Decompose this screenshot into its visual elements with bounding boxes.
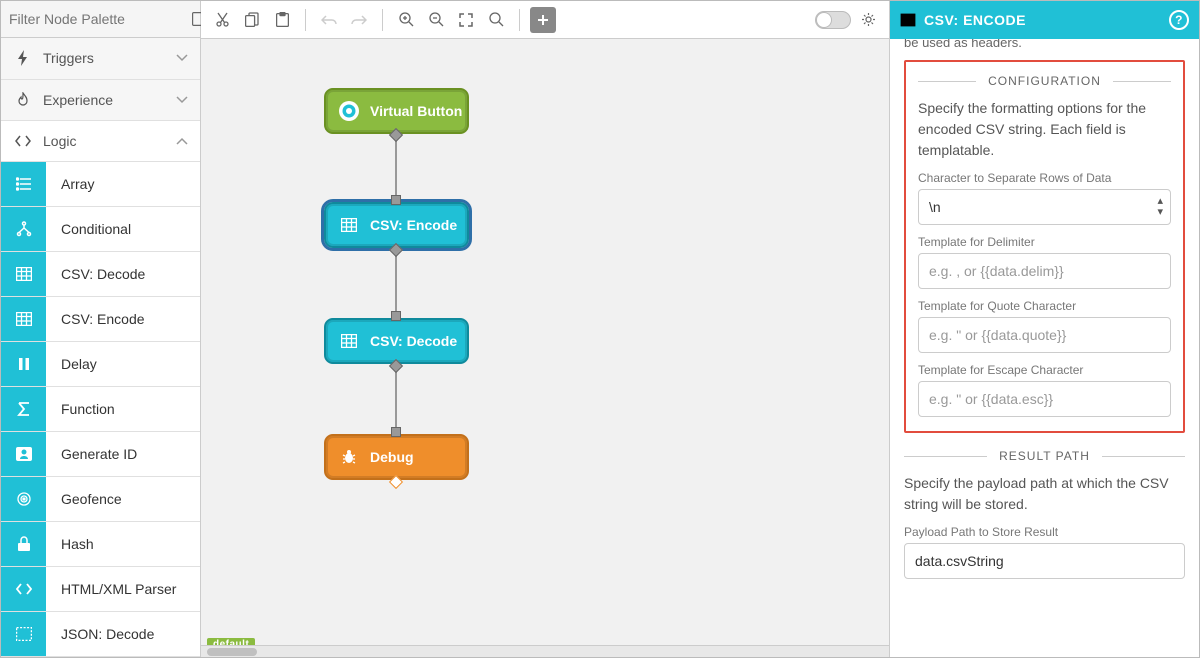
category-label: Experience: [43, 92, 113, 108]
section-heading: RESULT PATH: [987, 449, 1102, 463]
sigma-icon: [1, 387, 46, 431]
configuration-section: CONFIGURATION Specify the formatting opt…: [904, 60, 1185, 433]
table-icon: [338, 214, 360, 236]
redo-button[interactable]: [346, 7, 372, 33]
node-debug[interactable]: Debug: [324, 434, 469, 480]
palette-item-conditional[interactable]: Conditional: [1, 207, 200, 252]
field-label: Character to Separate Rows of Data: [918, 171, 1171, 185]
node-csv-decode[interactable]: CSV: Decode: [324, 318, 469, 364]
result-description: Specify the payload path at which the CS…: [904, 473, 1185, 515]
palette-filter-input[interactable]: [7, 5, 192, 33]
category-logic[interactable]: Logic: [1, 121, 200, 162]
chevron-down-icon: [176, 54, 188, 62]
bolt-icon: [13, 50, 33, 66]
input-handle[interactable]: [391, 195, 401, 205]
palette-item-csv-encode[interactable]: CSV: Encode: [1, 297, 200, 342]
palette-item-delay[interactable]: Delay: [1, 342, 200, 387]
branch-icon: [1, 207, 46, 251]
settings-button[interactable]: [855, 7, 881, 33]
cut-button[interactable]: [209, 7, 235, 33]
code-icon: [13, 135, 33, 147]
undo-button[interactable]: [316, 7, 342, 33]
node-csv-encode[interactable]: CSV: Encode: [324, 202, 469, 248]
category-label: Logic: [43, 133, 76, 149]
target-icon: [1, 477, 46, 521]
angle-icon: [1, 567, 46, 611]
workflow-canvas[interactable]: Virtual Button CSV: Encode CSV: Decode D…: [201, 39, 889, 657]
pause-icon: [1, 342, 46, 386]
palette-item-json-decode[interactable]: JSON: Decode: [1, 612, 200, 657]
bug-icon: [338, 446, 360, 468]
category-triggers[interactable]: Triggers: [1, 38, 200, 79]
flame-icon: [13, 92, 33, 108]
chevron-up-icon: [176, 137, 188, 145]
connector: [395, 134, 397, 197]
category-experience[interactable]: Experience: [1, 80, 200, 121]
delimiter-input[interactable]: [918, 253, 1171, 289]
connector: [395, 249, 397, 314]
palette-item-csv-decode[interactable]: CSV: Decode: [1, 252, 200, 297]
table-icon: [1, 297, 46, 341]
table-icon: [1, 252, 46, 296]
node-virtual-button[interactable]: Virtual Button: [324, 88, 469, 134]
add-button[interactable]: [530, 7, 556, 33]
paste-button[interactable]: [269, 7, 295, 33]
zoom-out-button[interactable]: [423, 7, 449, 33]
truncated-text: be used as headers.: [904, 39, 1185, 50]
field-label: Payload Path to Store Result: [904, 525, 1185, 539]
field-label: Template for Quote Character: [918, 299, 1171, 313]
palette-item-array[interactable]: Array: [1, 162, 200, 207]
quote-input[interactable]: [918, 317, 1171, 353]
canvas-scrollbar[interactable]: [201, 645, 889, 657]
table-icon: [338, 330, 360, 352]
row-separator-select[interactable]: [918, 189, 1171, 225]
circle-dot-icon: [338, 100, 360, 122]
category-label: Triggers: [43, 50, 94, 66]
canvas-toolbar: [201, 1, 889, 39]
palette-item-generate-id[interactable]: Generate ID: [1, 432, 200, 477]
logic-items-list: Array Conditional CSV: Decode CSV: Encod…: [1, 162, 200, 657]
zoom-reset-button[interactable]: [483, 7, 509, 33]
view-toggle[interactable]: [815, 11, 851, 29]
zoom-in-button[interactable]: [393, 7, 419, 33]
section-heading: CONFIGURATION: [976, 74, 1113, 88]
field-label: Template for Delimiter: [918, 235, 1171, 249]
fit-button[interactable]: [453, 7, 479, 33]
idcard-icon: [1, 432, 46, 476]
palette-item-geofence[interactable]: Geofence: [1, 477, 200, 522]
node-palette: Triggers Experience Logic Array Conditio…: [1, 1, 201, 657]
input-handle[interactable]: [391, 427, 401, 437]
help-button[interactable]: ?: [1169, 10, 1189, 30]
inspector-title: CSV: ENCODE: [924, 12, 1026, 28]
escape-input[interactable]: [918, 381, 1171, 417]
result-path-input[interactable]: [904, 543, 1185, 579]
field-label: Template for Escape Character: [918, 363, 1171, 377]
lock-icon: [1, 522, 46, 566]
inspector-panel: CSV: ENCODE ? be used as headers. CONFIG…: [889, 1, 1199, 657]
list-icon: [1, 162, 46, 206]
input-handle[interactable]: [391, 311, 401, 321]
inspector-header: CSV: ENCODE ?: [890, 1, 1199, 39]
copy-button[interactable]: [239, 7, 265, 33]
palette-item-hash[interactable]: Hash: [1, 522, 200, 567]
json-icon: [1, 612, 46, 656]
palette-item-html-xml-parser[interactable]: HTML/XML Parser: [1, 567, 200, 612]
connector: [395, 365, 397, 430]
palette-item-function[interactable]: Function: [1, 387, 200, 432]
table-icon: [900, 13, 916, 27]
chevron-down-icon: [176, 96, 188, 104]
palette-filter-row: [1, 1, 200, 38]
config-description: Specify the formatting options for the e…: [918, 98, 1171, 161]
